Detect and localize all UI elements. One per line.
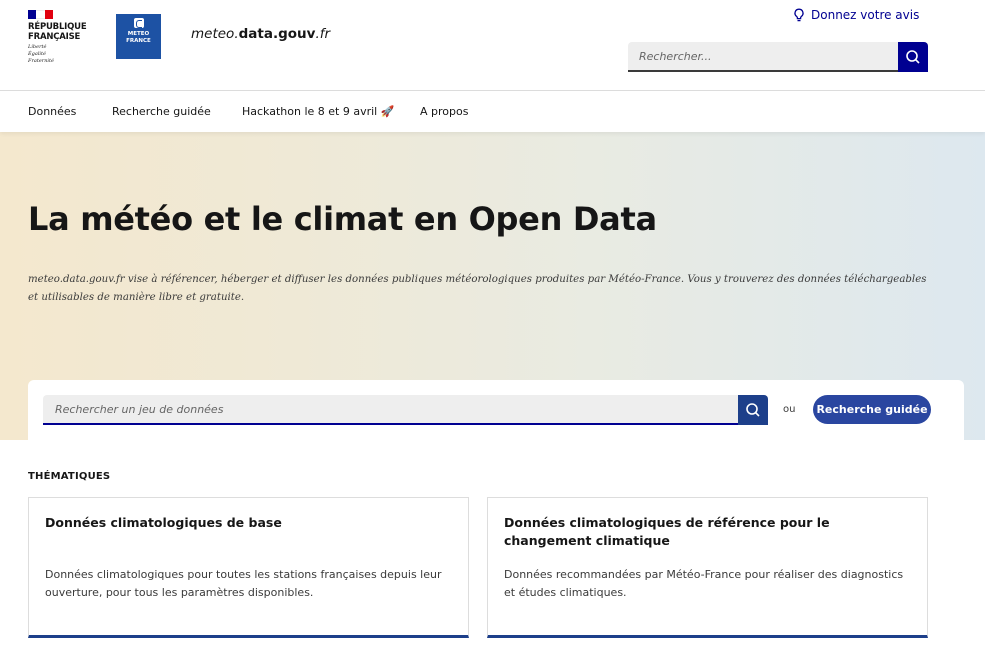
search-icon (906, 50, 920, 64)
nav-item-recherche-guidee[interactable]: Recherche guidée (112, 105, 211, 118)
thematics-section-title: THÉMATIQUES (28, 471, 111, 482)
site-name-part2: data.gouv (238, 26, 316, 42)
motto-line1: Liberté (28, 44, 47, 50)
meteo-france-emblem-icon (133, 18, 144, 28)
marianne-flag-icon (28, 10, 53, 19)
lightbulb-icon (794, 8, 804, 22)
republic-name-line1: RÉPUBLIQUE (28, 22, 87, 32)
feedback-link[interactable]: Donnez votre avis (793, 8, 919, 22)
header-search-input[interactable] (628, 42, 898, 72)
thematic-card-base-climatology[interactable]: Données climatologiques de base Données … (28, 497, 469, 638)
feedback-label: Donnez votre avis (811, 8, 920, 22)
republic-motto: Liberté Égalité Fraternité (28, 44, 98, 65)
thematic-card-reference-climatology[interactable]: Données climatologiques de référence pou… (487, 497, 928, 638)
dataset-search-card: ou Recherche guidée (28, 380, 964, 446)
republic-name: RÉPUBLIQUE FRANÇAISE (28, 22, 98, 42)
hero-description: meteo.data.gouv.fr vise à référencer, hé… (28, 274, 927, 303)
nav-item-donnees[interactable]: Données (28, 105, 76, 118)
dataset-search-input[interactable] (43, 395, 738, 425)
card-title: Données climatologiques de base (45, 515, 282, 530)
or-separator: ou (783, 404, 796, 415)
guided-search-button[interactable]: Recherche guidée (813, 395, 931, 424)
dataset-search-button[interactable] (738, 395, 768, 425)
motto-line3: Fraternité (28, 58, 54, 64)
search-icon (746, 403, 760, 417)
republic-name-line2: FRANÇAISE (28, 32, 81, 42)
hero-title: La météo et le climat en Open Data (28, 200, 657, 238)
card-description: Données recommandées par Météo-France po… (504, 568, 904, 599)
header-search (628, 42, 928, 72)
republique-francaise-logo[interactable]: RÉPUBLIQUE FRANÇAISE Liberté Égalité Fra… (28, 10, 98, 65)
site-name-part1: meteo. (191, 26, 239, 42)
site-name-part3: .fr (315, 26, 331, 42)
nav-item-a-propos[interactable]: A propos (420, 105, 468, 118)
meteo-france-logo[interactable]: METEO FRANCE (116, 14, 161, 59)
site-name-link[interactable]: meteo.data.gouv.fr (191, 26, 330, 42)
site-header: RÉPUBLIQUE FRANÇAISE Liberté Égalité Fra… (0, 0, 985, 91)
meteo-logo-line1: METEO (127, 31, 150, 37)
dataset-search (43, 395, 768, 425)
card-title: Données climatologiques de référence pou… (504, 515, 830, 548)
meteo-france-logo-text: METEO FRANCE (126, 31, 151, 44)
nav-item-hackathon[interactable]: Hackathon le 8 et 9 avril 🚀 (242, 105, 394, 118)
main-navigation: Données Recherche guidée Hackathon le 8 … (0, 91, 985, 132)
motto-line2: Égalité (28, 51, 46, 57)
card-description: Données climatologiques pour toutes les … (45, 568, 442, 599)
meteo-logo-line2: FRANCE (126, 37, 151, 44)
header-search-button[interactable] (898, 42, 928, 72)
